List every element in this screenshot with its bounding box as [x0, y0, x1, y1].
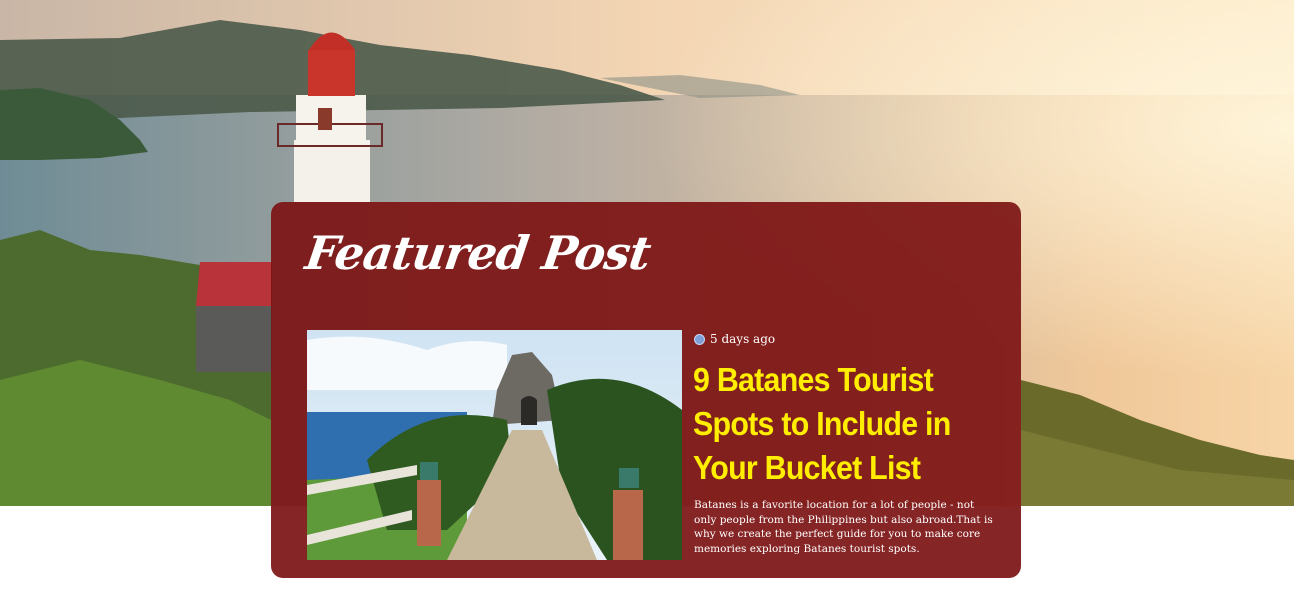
post-excerpt: Batanes is a favorite location for a lot…: [694, 499, 993, 555]
post-date: 5 days ago: [710, 332, 776, 346]
post-thumbnail-image: [307, 330, 682, 560]
post-thumbnail[interactable]: [307, 330, 682, 560]
post-title-link[interactable]: 9 Batanes Tourist Spots to Include in Yo…: [693, 358, 969, 490]
section-title: Featured Post: [302, 226, 654, 280]
featured-post-card: Featured Post 5 days ago 9 Batanes Touri…: [271, 202, 1021, 578]
clock-icon: [694, 333, 705, 345]
post-meta: 5 days ago: [694, 332, 775, 346]
